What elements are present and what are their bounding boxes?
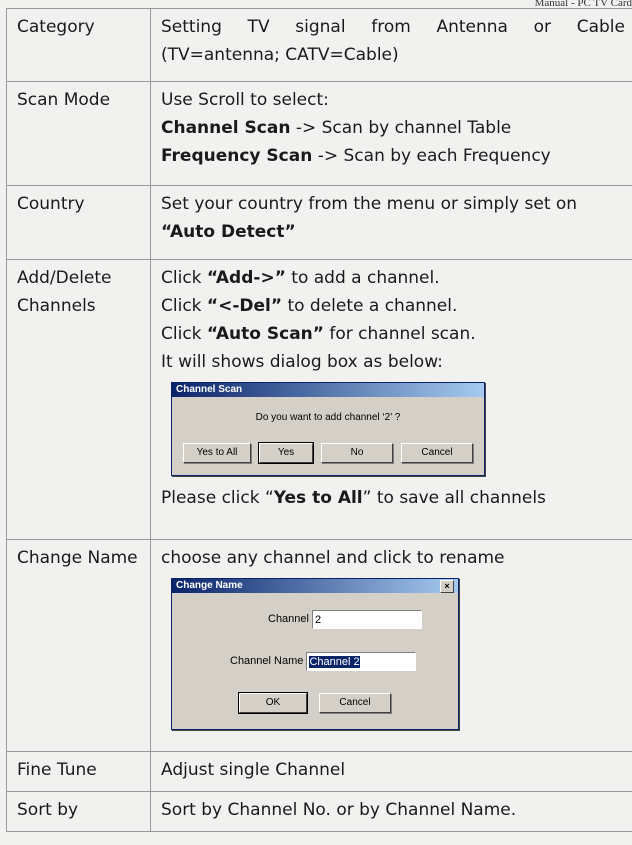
channel-label: Channel (268, 613, 309, 625)
desc-line: Please click “Yes to All” to save all ch… (161, 484, 625, 512)
del-desc: to delete a channel. (282, 296, 458, 316)
dialog-message: Do you want to add channel ‘2’ ? (255, 412, 401, 423)
row-desc-scan-mode: Use Scroll to select: Channel Scan -> Sc… (150, 81, 632, 186)
close-icon[interactable]: × (440, 579, 454, 593)
table-row: Add/Delete Channels Click “Add->” to add… (6, 259, 632, 540)
desc-line: “Auto Detect” (161, 222, 296, 242)
ok-button[interactable]: OK (238, 692, 308, 714)
row-desc-change-name: choose any channel and click to rename C… (150, 539, 632, 752)
channel-name-field-row: Channel Name Channel 2 (172, 647, 458, 675)
desc-line: choose any channel and click to rename (161, 548, 505, 568)
table-row: Sort by Sort by Channel No. or by Channe… (6, 791, 632, 832)
desc-line: (TV=antenna; CATV=Cable) (161, 45, 399, 65)
frequency-scan-term: Frequency Scan (161, 146, 313, 166)
channel-input[interactable]: 2 (312, 609, 423, 629)
dialog-buttons: OK Cancel (172, 692, 458, 714)
add-term: “Add->” (206, 268, 286, 288)
row-label-sort-by: Sort by (6, 791, 151, 832)
table-row: Scan Mode Use Scroll to select: Channel … (6, 81, 632, 186)
dialog-title-bar: Change Name × (172, 579, 458, 593)
row-label-country: Country (6, 185, 151, 260)
desc-line: Click “Add->” to add a channel. (161, 264, 625, 292)
change-name-dialog: Change Name × Channel 2 Channel Name Cha… (171, 578, 459, 730)
row-desc-sort-by: Sort by Channel No. or by Channel Name. (150, 791, 632, 832)
row-desc-fine-tune: Adjust single Channel (150, 751, 632, 792)
row-label-fine-tune: Fine Tune (6, 751, 151, 792)
selected-text: Channel 2 (309, 655, 360, 668)
row-desc-category: Setting TV signal from Antenna or Cable … (150, 8, 632, 82)
instruction-pre: Please click “ (161, 488, 274, 508)
channel-name-input[interactable]: Channel 2 (306, 651, 417, 671)
row-label-category: Category (6, 8, 151, 82)
yes-to-all-button[interactable]: Yes to All (183, 443, 251, 463)
no-button[interactable]: No (321, 443, 393, 463)
table-row: Fine Tune Adjust single Channel (6, 751, 632, 792)
channel-scan-dialog: Channel Scan Do you want to add channel … (171, 382, 485, 476)
frequency-scan-desc: -> Scan by each Frequency (312, 146, 551, 166)
desc-line: Use Scroll to select: (161, 90, 329, 110)
yes-to-all-term: Yes to All (273, 488, 363, 508)
row-desc-add-delete: Click “Add->” to add a channel. Click “<… (150, 259, 632, 540)
click-word: Click (161, 324, 207, 344)
table-row: Change Name choose any channel and click… (6, 539, 632, 752)
desc-line: Set your country from the menu or simply… (161, 194, 578, 214)
del-term: “<-Del” (206, 296, 283, 316)
channel-scan-term: Channel Scan (161, 118, 291, 138)
dialog-buttons: Yes to All Yes No Cancel (172, 442, 484, 464)
desc-line: Click “<-Del” to delete a channel. (161, 292, 625, 320)
settings-table: Category Setting TV signal from Antenna … (6, 8, 632, 832)
channel-name-label: Channel Name (230, 655, 304, 667)
channel-field-row: Channel 2 (172, 605, 458, 633)
instruction-post: ” to save all channels (362, 488, 546, 508)
channel-scan-desc: -> Scan by channel Table (290, 118, 512, 138)
row-label-scan-mode: Scan Mode (6, 81, 151, 186)
desc-line: Frequency Scan -> Scan by each Frequency (161, 142, 625, 170)
cancel-button[interactable]: Cancel (319, 693, 391, 713)
table-row: Category Setting TV signal from Antenna … (6, 8, 632, 82)
desc-line: Channel Scan -> Scan by channel Table (161, 114, 625, 142)
desc-line: Setting TV signal from Antenna or Cable (161, 17, 625, 37)
desc-line: Click “Auto Scan” for channel scan. (161, 320, 625, 348)
click-word: Click (161, 268, 207, 288)
dialog-title: Change Name (176, 580, 243, 591)
desc-line: It will shows dialog box as below: (161, 352, 443, 372)
add-desc: to add a channel. (285, 268, 440, 288)
cancel-button[interactable]: Cancel (401, 443, 473, 463)
row-desc-country: Set your country from the menu or simply… (150, 185, 632, 260)
click-word: Click (161, 296, 207, 316)
yes-button[interactable]: Yes (258, 442, 314, 464)
auto-scan-desc: for channel scan. (323, 324, 476, 344)
dialog-title-bar: Channel Scan (172, 383, 484, 397)
auto-scan-term: “Auto Scan” (206, 324, 324, 344)
table-row: Country Set your country from the menu o… (6, 185, 632, 260)
dialog-title: Channel Scan (176, 384, 243, 395)
row-label-change-name: Change Name (6, 539, 151, 752)
row-label-add-delete: Add/Delete Channels (6, 259, 151, 540)
